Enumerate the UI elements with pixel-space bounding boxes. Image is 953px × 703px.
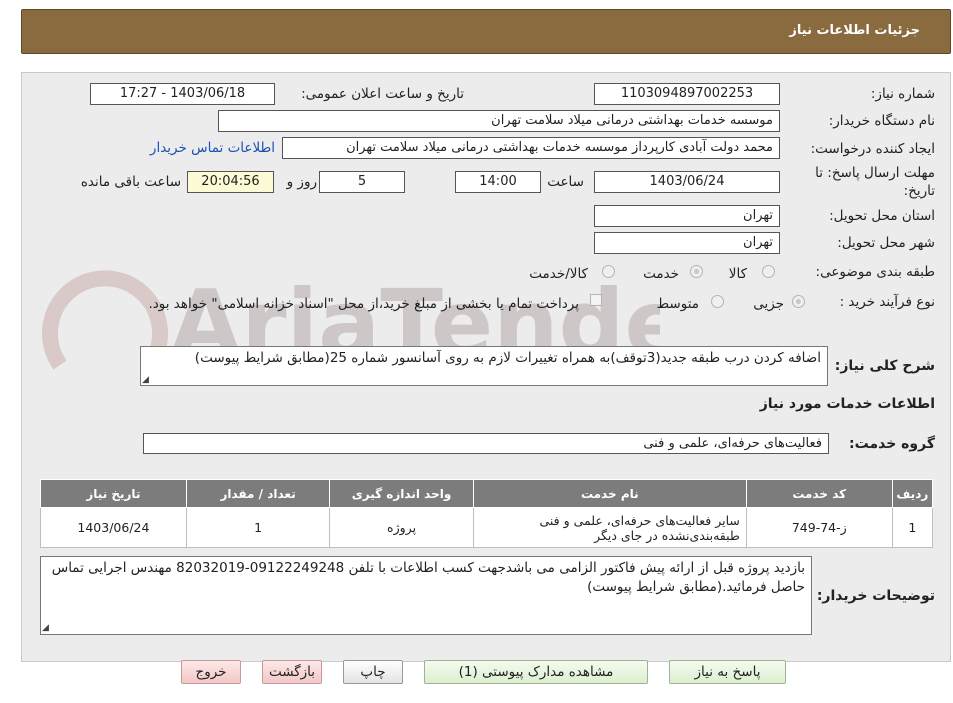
buyer-notes-textarea[interactable]: بازدید پروژه قبل از ارائه پیش فاکتور الز…	[40, 556, 812, 635]
category-label: طبقه بندی موضوعی:	[815, 264, 935, 280]
service-group-field[interactable]: فعالیت‌های حرفه‌ای، علمی و فنی	[143, 433, 829, 454]
category-option-goods: کالا	[728, 266, 747, 282]
creator-label: ایجاد کننده درخواست:	[810, 141, 935, 157]
description-label: شرح کلی نیاز:	[834, 358, 935, 374]
col-name: نام خدمت	[472, 479, 747, 508]
notes-resize-grip-icon[interactable]: ◢	[42, 624, 50, 633]
category-radio-goods[interactable]	[762, 265, 775, 278]
service-group-label: گروه خدمت:	[849, 436, 935, 452]
days-label: روز و	[286, 174, 317, 190]
buyer-notes-label: توضیحات خریدار:	[816, 588, 935, 604]
remaining-time-field[interactable]: 20:04:56	[187, 171, 274, 193]
process-option-minor: جزیی	[753, 296, 784, 312]
category-radio-service[interactable]	[690, 265, 703, 278]
treasury-payment-checkbox[interactable]	[590, 294, 602, 306]
province-label: استان محل تحویل:	[829, 208, 935, 224]
col-index: ردیف	[891, 479, 934, 508]
payment-note: پرداخت تمام یا بخشی از مبلغ خرید،از محل …	[148, 296, 579, 312]
cell-date: 1403/06/24	[40, 507, 187, 548]
need-number-label: شماره نیاز:	[870, 86, 935, 102]
announce-datetime-field[interactable]: 1403/06/18 - 17:27	[90, 83, 275, 105]
process-radio-medium[interactable]	[711, 295, 724, 308]
creator-field[interactable]: محمد دولت آبادی کارپرداز موسسه خدمات بهد…	[282, 137, 780, 159]
col-qty: تعداد / مقدار	[185, 479, 331, 508]
process-label: نوع فرآیند خرید :	[839, 294, 935, 310]
deadline-label-2: تاریخ:	[903, 183, 935, 199]
deadline-label: مهلت ارسال پاسخ: تا	[815, 165, 935, 181]
table-row: 1 ز-74-749 سایر فعالیت‌های حرفه‌ای، علمی…	[40, 507, 934, 548]
cell-qty: 1	[185, 507, 331, 548]
table-header-row: ردیف کد خدمت نام خدمت واحد اندازه گیری ت…	[40, 479, 934, 508]
process-radio-minor[interactable]	[792, 295, 805, 308]
col-unit: واحد اندازه گیری	[329, 479, 474, 508]
cell-unit: پروژه	[329, 507, 474, 548]
col-code: کد خدمت	[745, 479, 893, 508]
buyer-org-label: نام دستگاه خریدار:	[828, 113, 935, 129]
resize-grip-icon[interactable]: ◢	[142, 376, 150, 385]
days-remaining-field[interactable]: 5	[319, 171, 405, 193]
city-label: شهر محل تحویل:	[837, 235, 935, 251]
services-section-title: اطلاعات خدمات مورد نیاز	[759, 396, 935, 412]
buyer-contact-link[interactable]: اطلاعات تماس خریدار	[150, 140, 275, 156]
announce-label: تاریخ و ساعت اعلان عمومی:	[301, 86, 464, 102]
category-option-goods-service: کالا/خدمت	[529, 266, 588, 282]
deadline-time-field[interactable]: 14:00	[455, 171, 541, 193]
buyer-notes-text: بازدید پروژه قبل از ارائه پیش فاکتور الز…	[51, 560, 805, 595]
category-option-service: خدمت	[643, 266, 679, 282]
view-attachments-button[interactable]: مشاهده مدارک پیوستی (1)	[424, 660, 648, 684]
services-table: ردیف کد خدمت نام خدمت واحد اندازه گیری ت…	[40, 479, 934, 548]
print-button[interactable]: چاپ	[343, 660, 403, 684]
city-field[interactable]: تهران	[594, 232, 780, 254]
cell-name: سایر فعالیت‌های حرفه‌ای، علمی و فنی طبقه…	[472, 507, 747, 548]
remaining-label: ساعت باقی مانده	[80, 174, 181, 190]
description-textarea[interactable]: اضافه کردن درب طبقه جدید(3توقف)به همراه …	[140, 346, 828, 386]
description-text: اضافه کردن درب طبقه جدید(3توقف)به همراه …	[194, 350, 821, 366]
deadline-date-field[interactable]: 1403/06/24	[594, 171, 780, 193]
process-option-medium: متوسط	[656, 296, 699, 312]
reply-button[interactable]: پاسخ به نیاز	[669, 660, 786, 684]
cell-code: ز-74-749	[745, 507, 893, 548]
page-title: جزئیات اطلاعات نیاز	[789, 23, 920, 38]
cell-index: 1	[891, 507, 934, 548]
province-field[interactable]: تهران	[594, 205, 780, 227]
exit-button[interactable]: خروج	[181, 660, 241, 684]
header-bar: جزئیات اطلاعات نیاز	[21, 9, 951, 54]
need-number-field[interactable]: 1103094897002253	[594, 83, 780, 105]
col-date: تاریخ نیاز	[40, 479, 187, 508]
deadline-time-label: ساعت	[547, 174, 584, 190]
category-radio-goods-service[interactable]	[602, 265, 615, 278]
back-button[interactable]: بازگشت	[262, 660, 322, 684]
buyer-org-field[interactable]: موسسه خدمات بهداشتی درمانی میلاد سلامت ت…	[218, 110, 780, 132]
